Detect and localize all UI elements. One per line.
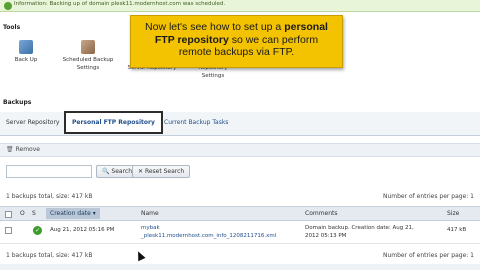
backup-summary-top: 1 backups total, size: 417 kB [6,193,93,200]
row-comments-line2: 2012 05:13 PM [305,233,347,239]
row-checkbox[interactable] [5,227,12,234]
callout-line1-bold: personal [284,21,328,33]
callout-line2-text: so we can perform [228,33,319,46]
callout-line3: remote backups via FTP. [178,46,295,58]
column-creation-date[interactable]: Creation date ▾ [46,208,100,219]
callout-line2-bold: FTP repository [154,33,229,46]
tutorial-callout: Now let's see how to set up a personal F… [130,15,343,68]
scheduled-backup-settings-tool[interactable]: Scheduled Backup Settings [56,40,120,72]
repository-settings-label-2: Settings [201,73,225,79]
scheduled-backup-label: Scheduled Backup [62,57,114,63]
list-toolbar: Remove [0,143,480,157]
mouse-cursor-icon [134,249,146,262]
search-input[interactable] [6,165,92,178]
entries-per-page-top[interactable]: Number of entries per page: 1 [383,193,474,200]
search-icon: 🔍 [102,168,110,175]
tab-current-backup-tasks[interactable]: Current Backup Tasks [158,113,234,133]
callout-line2: FTP repository so we can perform [137,34,336,47]
backups-heading: Backups [3,99,32,106]
tab-personal-ftp-repository[interactable]: Personal FTP Repository [64,111,163,134]
creation-date-label: Creation date [50,210,91,217]
bottom-bar [0,264,480,270]
column-name[interactable]: Name [141,210,159,217]
row-comments-line1: Domain backup. Creation date: Aug 21, [305,225,414,231]
row-date: Aug 21, 2012 05:16 PM [50,227,115,233]
sort-down-icon: ▾ [92,210,96,217]
scheduled-backup-label-2: Settings [76,65,100,71]
column-s[interactable]: S [32,210,36,217]
column-comments[interactable]: Comments [305,210,338,217]
callout-line1: Now let's see how to set up a personal [137,21,336,34]
back-up-label: Back Up [14,57,38,63]
table-row[interactable]: ✓ Aug 21, 2012 05:16 PM mybak _plesk11.m… [0,222,480,244]
backup-summary-bottom: 1 backups total, size: 417 kB [6,252,93,259]
back-up-tool[interactable]: Back Up [4,40,48,64]
info-notification-bar: Information: Backing up of domain plesk1… [0,0,480,12]
remove-button[interactable]: Remove [6,146,40,153]
row-size: 417 kB [447,227,467,233]
tab-server-repository[interactable]: Server Repository [0,113,66,133]
select-all-checkbox[interactable] [5,211,12,218]
calendar-icon [81,40,95,54]
reset-icon: ✕ [138,168,144,175]
entries-per-page-bottom[interactable]: Number of entries per page: 1 [383,252,474,259]
reset-search-label: Reset Search [144,168,185,175]
row-name-line2[interactable]: _plesk11.modernhost.com_info_1208211716.… [141,233,276,240]
callout-line1-text: Now let's see how to set up a [145,21,285,33]
table-header: O S Creation date ▾ Name Comments Size [0,206,480,221]
column-o[interactable]: O [20,210,25,217]
row-name-line1[interactable]: mybak [141,225,160,232]
search-button-label: Search [111,168,133,175]
reset-search-button[interactable]: ✕ Reset Search [132,165,191,178]
tools-heading: Tools [3,24,21,31]
success-icon [4,2,12,10]
backup-icon [19,40,33,54]
status-ok-icon: ✓ [33,226,42,235]
column-size[interactable]: Size [447,210,459,217]
info-text: Information: Backing up of domain plesk1… [14,1,226,7]
